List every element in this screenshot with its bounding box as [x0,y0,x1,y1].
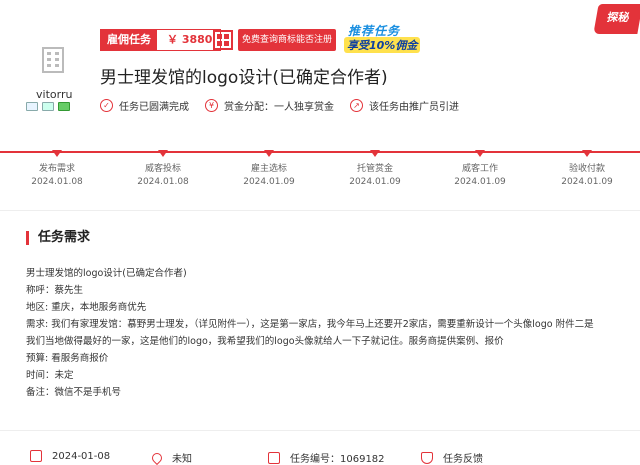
avatar[interactable] [33,40,73,80]
footer-task-number-text: 任务编号：1069182 [290,454,385,465]
footer-date-text: 2024-01-08 [52,450,111,462]
step-date: 2024.01.09 [561,177,613,187]
divider [0,210,640,211]
building-icon [42,47,64,73]
footer-feedback[interactable]: 任务反馈 [421,450,483,465]
location-pin-icon [149,450,165,465]
requirement-line: 地区: 重庆，本地服务商优先 [26,302,147,313]
step-name: 发布需求 [38,164,75,174]
task-requirements: 男士理发馆的logo设计(已确定合作者) 称呼：蔡先生 地区: 重庆，本地服务商… [26,265,626,401]
footer-task-number: 任务编号：1069182 [268,450,385,465]
timeline-step: 威客工作 2024.01.09 [430,146,530,189]
shield-icon [421,451,433,464]
qr-code-icon[interactable] [213,30,233,50]
calendar-icon [30,450,42,462]
timeline-marker [370,150,380,157]
user-verification-icons [26,102,70,111]
timeline-marker [475,150,485,157]
trademark-query-button[interactable]: 免费查询商标能否注册 [238,29,336,51]
timeline-step: 验收付款 2024.01.09 [537,146,637,189]
task-type-label: 雇佣任务 [101,30,157,50]
wechat-icon [58,102,70,111]
timeline-marker [264,150,274,157]
section-title: 任务需求 [26,231,90,245]
footer-date: 2024-01-08 [30,450,110,462]
yuan-icon: ¥ [205,99,218,112]
username[interactable]: vitorru [36,88,72,101]
progress-timeline: 发布需求 2024.01.08 威客投标 2024.01.08 雇主选标 202… [0,146,640,196]
badge-promoter-text: 该任务由推广员引进 [369,102,459,113]
timeline-step: 托管赏金 2024.01.09 [325,146,425,189]
footer-location-text: 未知 [172,454,192,465]
step-date: 2024.01.08 [31,177,83,187]
timeline-step: 威客投标 2024.01.08 [113,146,213,189]
step-date: 2024.01.09 [454,177,506,187]
check-icon: ✓ [100,99,113,112]
step-date: 2024.01.08 [137,177,189,187]
badge-reward-text: 赏金分配：一人独享赏金 [224,102,334,113]
page-title: 男士理发馆的logo设计(已确定合作者) [100,68,388,88]
promo-banner[interactable]: 推荐任务 享受10%佣金 [344,22,424,53]
step-name: 威客工作 [461,164,498,174]
badge-promoter: ↗ 该任务由推广员引进 [350,98,459,113]
badge-completed-text: 任务已圆满完成 [119,102,189,113]
footer-location: 未知 [149,450,192,465]
requirement-line: 预算: 看服务商报价 [26,353,109,364]
share-icon: ↗ [350,99,363,112]
timeline-marker [582,150,592,157]
requirement-line: 男士理发馆的logo设计(已确定合作者) [26,268,187,279]
task-detail-page: vitorru 雇佣任务 ￥ 3880 免费查询商标能否注册 推荐任务 享受10… [0,0,640,465]
timeline-marker [158,150,168,157]
step-name: 威客投标 [144,164,181,174]
timeline-marker [52,150,62,157]
step-date: 2024.01.09 [243,177,295,187]
step-date: 2024.01.09 [349,177,401,187]
badge-reward-distribution: ¥ 赏金分配：一人独享赏金 [205,98,334,113]
reward-amount: ￥ 3880 [157,30,221,50]
id-card-icon [26,102,38,111]
phone-icon [42,102,54,111]
step-name: 雇主选标 [250,164,287,174]
timeline-step: 发布需求 2024.01.08 [7,146,107,189]
badge-completed: ✓ 任务已圆满完成 [100,98,189,113]
task-badges: ✓ 任务已圆满完成 ¥ 赏金分配：一人独享赏金 ↗ 该任务由推广员引进 [100,98,475,113]
footer-feedback-text[interactable]: 任务反馈 [443,450,483,465]
step-name: 验收付款 [568,164,605,174]
promo-line2: 享受10%佣金 [344,37,421,53]
step-name: 托管赏金 [356,164,393,174]
timeline-step: 雇主选标 2024.01.09 [219,146,319,189]
task-footer: 2024-01-08 未知 任务编号：1069182 任务反馈 [0,430,640,465]
task-reward-tag: 雇佣任务 ￥ 3880 [100,29,222,51]
requirement-line: 时间：未定 [26,370,74,381]
task-number-icon [268,451,280,464]
requirement-line: 备注：微信不是手机号 [26,387,122,398]
requirement-line: 我们当地做得最好的一家，这是他们的logo，我希望我们的logo头像就给人一下子… [26,336,504,347]
requirement-line: 称呼：蔡先生 [26,285,84,296]
corner-badge[interactable]: 探秘 [593,4,640,34]
requirement-line: 需求: 我们有家理发馆：慕野男士理发，（详见附件一），这是第一家店，我今年马上还… [26,319,594,330]
